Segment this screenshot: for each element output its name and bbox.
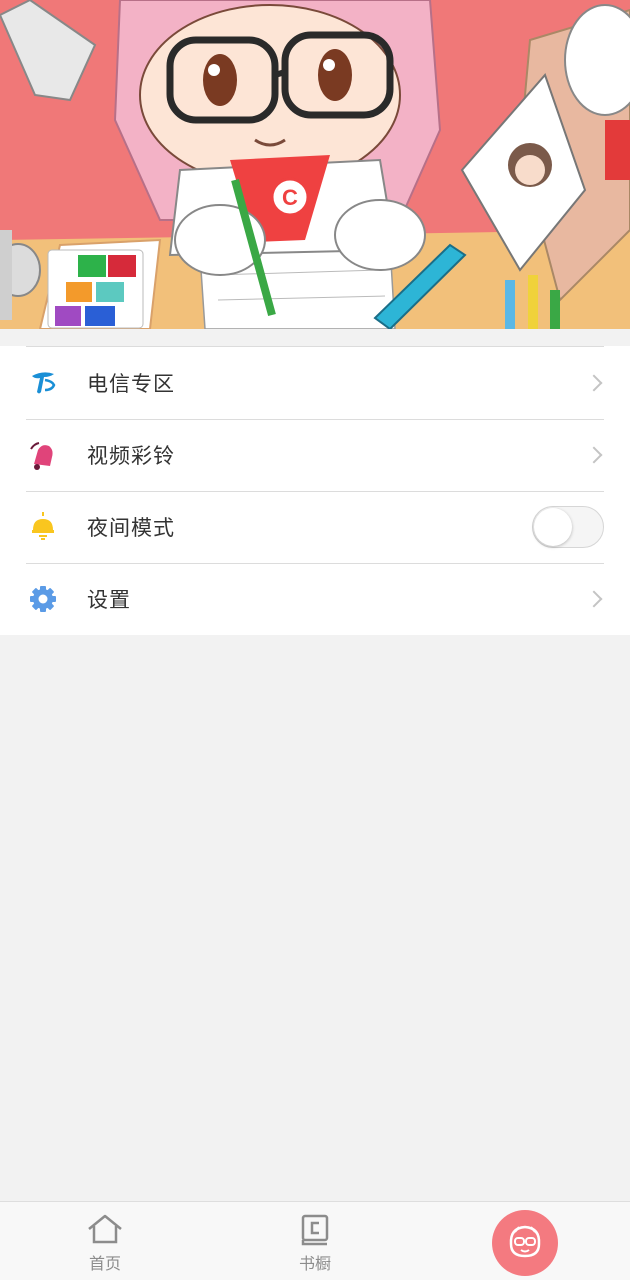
- gear-icon: [26, 582, 60, 616]
- mascot-avatar-icon: [506, 1222, 544, 1264]
- chevron-right-icon: [585, 590, 603, 608]
- tab-bookshelf[interactable]: 书橱: [260, 1202, 370, 1280]
- telecom-logo-icon: [26, 366, 60, 400]
- profile-menu-list: 电信专区 视频彩铃 夜间模式 设置: [0, 346, 630, 635]
- menu-item-telecom-zone[interactable]: 电信专区: [0, 347, 630, 419]
- menu-item-label: 设置: [87, 588, 131, 612]
- chevron-right-icon: [585, 446, 603, 464]
- banner-spacer: [0, 329, 630, 346]
- menu-item-label: 视频彩铃: [87, 444, 175, 468]
- menu-item-settings[interactable]: 设置: [0, 563, 630, 635]
- night-mode-toggle[interactable]: [532, 506, 604, 548]
- home-icon: [87, 1214, 123, 1248]
- menu-item-label: 电信专区: [87, 372, 175, 396]
- menu-item-label: 夜间模式: [87, 516, 175, 540]
- bell-icon: [26, 438, 60, 472]
- toggle-knob: [534, 508, 572, 546]
- tab-me[interactable]: [492, 1210, 558, 1276]
- book-icon: [300, 1214, 330, 1250]
- tab-bookshelf-label: 书橱: [298, 1254, 331, 1273]
- night-mode-bulb-icon: [26, 510, 60, 544]
- bottom-tab-bar: 首页 书橱: [0, 1201, 630, 1280]
- menu-item-night-mode[interactable]: 夜间模式: [0, 491, 630, 563]
- tab-home[interactable]: 首页: [50, 1202, 160, 1280]
- header-banner-illustration: C: [0, 0, 630, 329]
- chevron-right-icon: [585, 374, 603, 392]
- menu-item-video-ringtone[interactable]: 视频彩铃: [0, 419, 630, 491]
- tab-home-label: 首页: [88, 1254, 121, 1273]
- banner-badge-letter: C: [282, 185, 298, 210]
